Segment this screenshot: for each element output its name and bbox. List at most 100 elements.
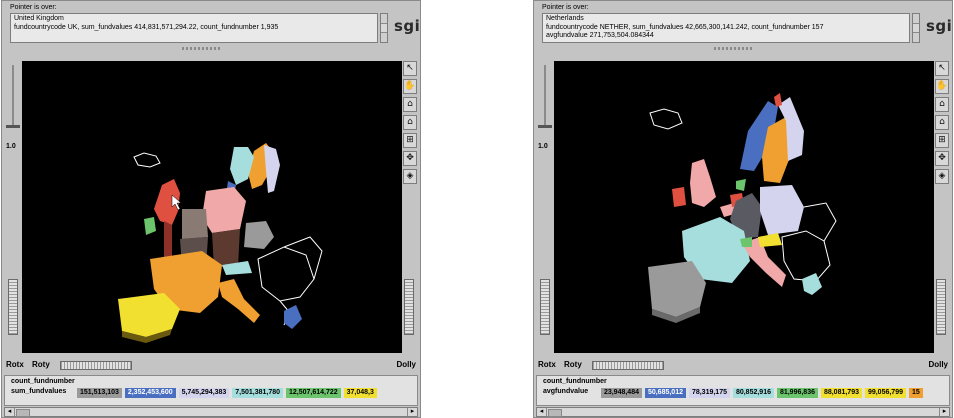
slider-value: 1.0 — [6, 143, 16, 150]
map-region — [781, 230, 831, 282]
info-scrollbar[interactable] — [912, 13, 920, 43]
hand-icon[interactable]: ✋ — [403, 79, 417, 94]
seek-icon[interactable]: ✥ — [403, 151, 417, 166]
rotx-label: Rotx — [538, 360, 556, 369]
legend-item: 7,501,381,780 — [232, 388, 284, 398]
dolly-label: Dolly — [396, 360, 416, 369]
rotx-thumbwheel[interactable] — [8, 279, 18, 335]
map-region — [244, 221, 274, 249]
zoom-slider-track[interactable] — [12, 65, 14, 125]
info-line: avgfundvalue 271,753,504.084344 — [546, 32, 654, 39]
scroll-left-icon[interactable]: ◂ — [537, 408, 547, 416]
view-all-icon[interactable]: ⊞ — [403, 133, 417, 148]
map-region — [218, 279, 260, 323]
scroll-right-icon[interactable]: ▸ — [939, 408, 949, 416]
info-line: fundcountrycode UK, sum_fundvalues 414,8… — [14, 23, 279, 31]
map-region — [133, 152, 161, 168]
legend-item: 80,852,916 — [732, 388, 774, 398]
3d-map-viewer[interactable] — [22, 61, 402, 353]
map-region — [164, 221, 172, 257]
scroll-left-icon[interactable]: ◂ — [5, 408, 15, 416]
legend-scrollbar[interactable]: ◂ ▸ — [536, 407, 950, 417]
pane-grip[interactable] — [182, 47, 222, 50]
projection-icon[interactable]: ◈ — [935, 169, 949, 184]
sgi-logo: sgi — [394, 17, 421, 35]
rotx-label: Rotx — [6, 360, 24, 369]
legend-item: 50,685,012 — [644, 388, 686, 398]
select-arrow-icon[interactable]: ↖ — [935, 61, 949, 76]
map-region — [803, 202, 837, 242]
legend-scrollbar[interactable]: ◂ ▸ — [4, 407, 418, 417]
scroll-thumb[interactable] — [16, 409, 30, 417]
rotx-thumbwheel[interactable] — [540, 279, 550, 335]
zoom-slider-knob[interactable] — [6, 125, 20, 128]
map-region — [257, 246, 315, 302]
legend-item: 5,745,294,383 — [178, 388, 230, 398]
map-region — [202, 187, 246, 233]
info-scrollbar[interactable] — [380, 13, 388, 43]
3d-map-viewer[interactable] — [554, 61, 934, 353]
legend-name: avgfundvalue — [543, 388, 589, 395]
home-icon[interactable]: ⌂ — [935, 97, 949, 112]
dolly-label: Dolly — [928, 360, 948, 369]
slider-value: 1.0 — [538, 143, 548, 150]
legend-item: 37,048,3 — [343, 388, 377, 398]
left-control-bar: 1.0 — [6, 61, 20, 353]
legend-name: sum_fundvalues — [11, 388, 67, 395]
legend-panel: count_fundnumber avgfundvalue 23,948,484… — [536, 375, 950, 406]
roty-label: Roty — [32, 360, 50, 369]
roty-thumbwheel[interactable] — [60, 361, 132, 370]
legend-item: 151,513,103 — [76, 388, 122, 398]
viewer-window-right: Pointer is over: Netherlands fundcountry… — [533, 0, 953, 418]
viewer-toolbar: ↖ ✋ ⌂ ⌂ ⊞ ✥ ◈ — [403, 61, 419, 187]
dolly-thumbwheel[interactable] — [936, 279, 946, 335]
map-region — [264, 145, 280, 193]
map-region — [283, 236, 323, 280]
map-region — [774, 93, 782, 107]
home-icon[interactable]: ⌂ — [403, 97, 417, 112]
set-home-icon[interactable]: ⌂ — [403, 115, 417, 130]
map-region — [144, 217, 156, 235]
left-control-bar: 1.0 — [538, 61, 552, 353]
scroll-right-icon[interactable]: ▸ — [407, 408, 417, 416]
zoom-slider-track[interactable] — [544, 65, 546, 125]
legend-item: 15 — [908, 388, 923, 398]
view-all-icon[interactable]: ⊞ — [935, 133, 949, 148]
thumbwheel-row: Rotx Roty Dolly — [6, 360, 418, 372]
select-arrow-icon[interactable]: ↖ — [403, 61, 417, 76]
set-home-icon[interactable]: ⌂ — [935, 115, 949, 130]
hand-icon[interactable]: ✋ — [935, 79, 949, 94]
legend-title: count_fundnumber — [543, 378, 607, 385]
map-region — [802, 273, 822, 295]
map-region — [760, 185, 804, 235]
projection-icon[interactable]: ◈ — [403, 169, 417, 184]
viewer-toolbar: ↖ ✋ ⌂ ⌂ ⊞ ✥ ◈ — [935, 61, 951, 187]
legend-item: 81,996,836 — [776, 388, 818, 398]
map-region — [690, 159, 716, 207]
roty-thumbwheel[interactable] — [592, 361, 664, 370]
legend-item: 78,319,175 — [688, 388, 730, 398]
map-region — [672, 187, 686, 207]
legend-item: 23,948,484 — [600, 388, 642, 398]
pointer-info-box: United Kingdom fundcountrycode UK, sum_f… — [10, 13, 378, 43]
dolly-thumbwheel[interactable] — [404, 279, 414, 335]
legend-title: count_fundnumber — [11, 378, 75, 385]
scroll-thumb[interactable] — [548, 409, 562, 417]
legend-item: 12,507,614,722 — [286, 388, 341, 398]
pane-grip[interactable] — [714, 47, 754, 50]
pointer-info-box: Netherlands fundcountrycode NETHER, sum_… — [542, 13, 910, 43]
thumbwheel-row: Rotx Roty Dolly — [538, 360, 950, 372]
pointer-label: Pointer is over: — [542, 4, 589, 11]
roty-label: Roty — [564, 360, 582, 369]
legend-item: 99,056,799 — [864, 388, 906, 398]
info-line: fundcountrycode NETHER, sum_fundvalues 4… — [546, 23, 824, 31]
zoom-slider-knob[interactable] — [538, 125, 552, 128]
map-region — [758, 233, 782, 247]
sgi-logo: sgi — [926, 17, 953, 35]
map-region — [182, 209, 208, 239]
legend-row: sum_fundvalues 151,513,103 2,352,453,600… — [11, 388, 378, 399]
viewer-window-left: Pointer is over: United Kingdom fundcoun… — [1, 0, 421, 418]
seek-icon[interactable]: ✥ — [935, 151, 949, 166]
pointer-label: Pointer is over: — [10, 4, 57, 11]
info-line: Netherlands — [546, 15, 584, 22]
